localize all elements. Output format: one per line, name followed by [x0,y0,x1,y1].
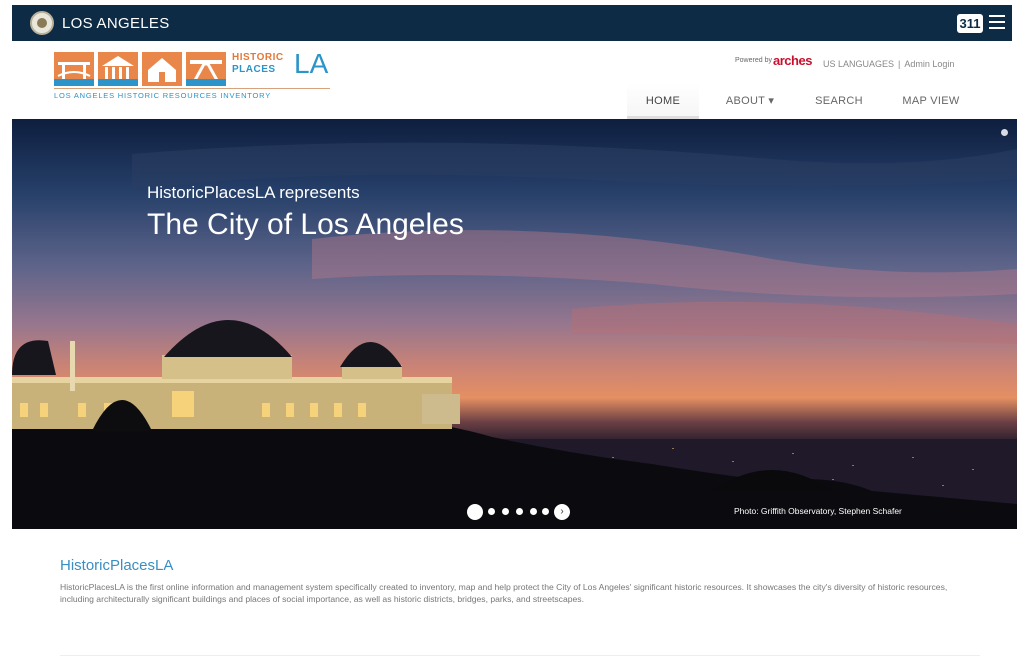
nav-home[interactable]: HOME [627,83,699,119]
city-seal-icon[interactable] [30,11,54,35]
colonnade-icon [98,52,138,86]
header-links: US LANGUAGES | Admin Login [823,59,955,69]
carousel-dot[interactable] [542,508,549,515]
tower-icon [186,52,226,86]
site-header: HISTORIC PLACES LA LOS ANGELES HISTORIC … [12,41,1012,119]
hero-photo [12,142,1017,529]
city-top-bar: LOS ANGELES 311 [12,5,1012,41]
hero-kicker: HistoricPlacesLA represents [147,183,360,202]
logo-divider [54,88,330,89]
site-logo[interactable] [54,52,226,86]
arches-logo[interactable]: arches [773,53,812,68]
logo-tagline: LOS ANGELES HISTORIC RESOURCES INVENTORY [54,91,272,100]
hamburger-menu-icon[interactable] [989,15,1005,31]
carousel-dot[interactable] [530,508,537,515]
nav-about[interactable]: ABOUT ▾ [707,83,793,119]
bridge-icon [54,52,94,86]
nav-search[interactable]: SEARCH [799,83,879,119]
powered-by-label: Powered by [735,57,772,64]
carousel-dot[interactable] [502,508,509,515]
311-button[interactable]: 311 [957,14,983,33]
hero-carousel[interactable]: HistoricPlacesLA represents The City of … [12,119,1017,529]
logo-places-text: PLACES [232,64,276,75]
intro-title: HistoricPlacesLA [60,557,174,574]
nav-map-view[interactable]: MAP VIEW [889,83,973,119]
house-icon [142,52,182,86]
carousel-next-button[interactable]: › [554,504,570,520]
carousel-prev-button[interactable] [467,504,483,520]
admin-login-link[interactable]: Admin Login [904,59,954,69]
languages-link[interactable]: US LANGUAGES [823,59,894,69]
hero-title: The City of Los Angeles [147,208,464,241]
carousel-indicator-icon [1001,129,1008,136]
city-name-link[interactable]: LOS ANGELES [62,15,170,32]
logo-la-text: LA [294,48,329,79]
intro-paragraph: HistoricPlacesLA is the first online inf… [60,582,948,604]
photo-credit: Photo: Griffith Observatory, Stephen Sch… [734,506,902,516]
logo-historic-text: HISTORIC [232,52,284,63]
carousel-dot[interactable] [488,508,495,515]
carousel-dot[interactable] [516,508,523,515]
section-divider [60,655,980,656]
